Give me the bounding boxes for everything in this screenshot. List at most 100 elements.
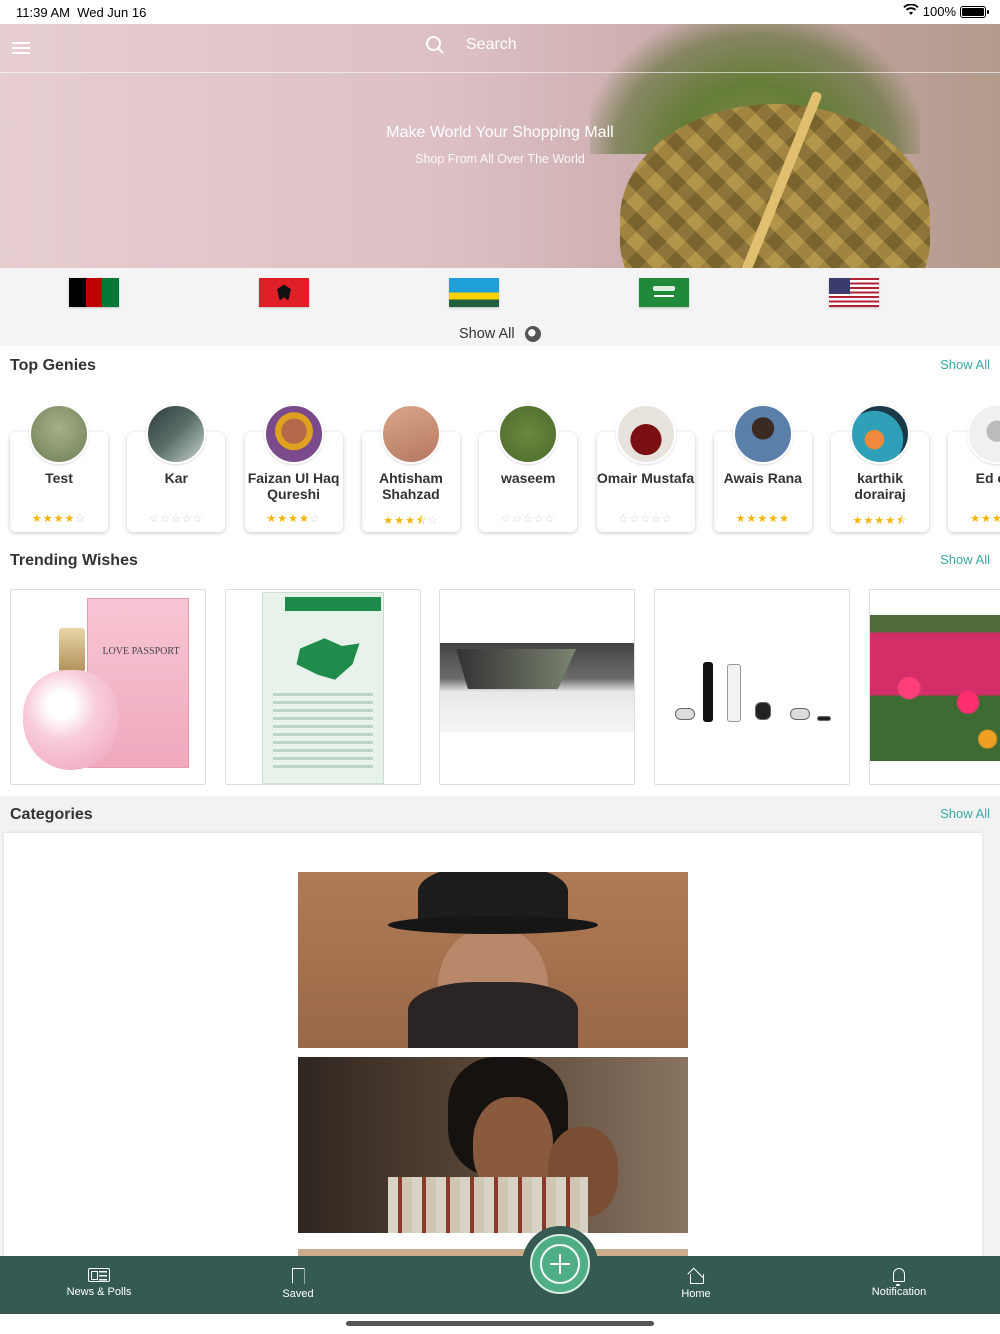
wish-card-flowers[interactable] bbox=[869, 589, 1000, 785]
genie-name: Omair Mustafa bbox=[596, 470, 695, 486]
flag-usa-icon[interactable] bbox=[829, 278, 879, 307]
controller-image-2 bbox=[790, 708, 810, 720]
status-time: 11:39 AM Wed Jun 16 bbox=[16, 5, 147, 20]
console-image bbox=[703, 662, 713, 722]
search-icon[interactable] bbox=[426, 36, 444, 54]
app-screen: 11:39 AM Wed Jun 16 100% Search Make Wor… bbox=[0, 0, 1000, 1334]
hat-brim-shape bbox=[388, 916, 598, 934]
genie-card[interactable]: Kar ☆☆☆☆☆ bbox=[127, 404, 226, 532]
wish-card-perfume[interactable]: LOVE PASSPORT bbox=[10, 589, 206, 785]
nav-home[interactable]: Home bbox=[636, 1268, 756, 1300]
controller-image bbox=[675, 708, 695, 720]
hamburger-menu-icon[interactable] bbox=[12, 42, 30, 54]
wifi-icon bbox=[903, 3, 919, 19]
star-icon: ☆ bbox=[170, 513, 182, 525]
genie-card[interactable]: karthik dorairaj ★★★★⯪ bbox=[831, 404, 930, 532]
star-icon: ⯪ bbox=[416, 515, 428, 527]
battery-percent: 100% bbox=[922, 4, 956, 19]
genie-card[interactable]: Test ★★★★☆ bbox=[10, 404, 108, 532]
console-white-image bbox=[727, 664, 741, 722]
genie-name: Kar bbox=[164, 470, 188, 486]
star-icon: ☆ bbox=[522, 513, 534, 525]
avatar bbox=[263, 404, 324, 464]
genie-name: Ed out bbox=[975, 470, 1000, 486]
avatar bbox=[732, 404, 793, 464]
car-window bbox=[456, 649, 576, 689]
wish-card-car[interactable] bbox=[439, 589, 635, 785]
wish-card-map-poster[interactable] bbox=[225, 589, 421, 785]
search-input[interactable]: Search bbox=[466, 36, 517, 54]
star-icon: ★ bbox=[768, 513, 780, 525]
eagle-emblem-icon bbox=[277, 284, 291, 301]
category-image-two-men[interactable] bbox=[298, 1057, 688, 1233]
categories-show-all[interactable]: Show All bbox=[940, 806, 990, 821]
top-genies-show-all[interactable]: Show All bbox=[940, 357, 990, 372]
countries-row: Show All bbox=[0, 268, 1000, 346]
genie-card[interactable]: Faizan Ul Haq Qureshi ★★★★☆ bbox=[244, 404, 343, 532]
flag-afghanistan-icon[interactable] bbox=[69, 278, 119, 307]
battery-fill bbox=[962, 7, 984, 16]
star-icon: ★ bbox=[405, 515, 417, 527]
nav-notification[interactable]: Notification bbox=[839, 1268, 959, 1298]
category-image-hat-woman[interactable] bbox=[298, 872, 688, 1048]
hero-title: Make World Your Shopping Mall bbox=[386, 124, 614, 141]
perfume-label: LOVE PASSPORT bbox=[102, 646, 180, 657]
star-rating: ★★★⯪☆ bbox=[362, 512, 460, 531]
nav-news-polls[interactable]: News & Polls bbox=[39, 1268, 159, 1298]
star-icon: ☆ bbox=[544, 513, 556, 525]
nav-saved[interactable]: Saved bbox=[238, 1268, 358, 1300]
poster-text-lines bbox=[273, 693, 373, 773]
star-rating: ☆☆☆☆☆ bbox=[479, 512, 577, 525]
star-icon: ★ bbox=[53, 513, 65, 525]
star-icon: ⯪ bbox=[896, 515, 908, 527]
avatar bbox=[29, 404, 89, 464]
star-rating: ★★★★☆ bbox=[10, 512, 108, 525]
star-icon: ☆ bbox=[661, 513, 673, 525]
search-bar[interactable]: Search bbox=[426, 36, 517, 54]
star-icon: ★ bbox=[885, 515, 897, 527]
genie-card[interactable]: Ed out ★★★★★ bbox=[948, 404, 1000, 532]
remote-image bbox=[817, 716, 831, 721]
star-icon: ★ bbox=[277, 513, 289, 525]
star-icon: ★ bbox=[863, 515, 875, 527]
avatar bbox=[615, 404, 676, 464]
flag-albania-icon[interactable] bbox=[259, 278, 309, 307]
add-wish-button[interactable] bbox=[530, 1234, 590, 1294]
star-icon: ☆ bbox=[650, 513, 662, 525]
genie-card[interactable]: Awais Rana ★★★★★ bbox=[713, 404, 812, 532]
home-icon bbox=[688, 1268, 704, 1284]
star-icon: ☆ bbox=[309, 513, 321, 525]
trending-wishes-show-all[interactable]: Show All bbox=[940, 552, 990, 567]
genie-card[interactable]: waseem ☆☆☆☆☆ bbox=[479, 404, 578, 532]
status-indicators: 100% bbox=[903, 3, 989, 19]
star-icon: ★ bbox=[31, 513, 43, 525]
star-icon: ★ bbox=[735, 513, 747, 525]
headset-image bbox=[755, 702, 771, 720]
star-icon: ★ bbox=[383, 515, 395, 527]
genie-card[interactable]: Omair Mustafa ☆☆☆☆☆ bbox=[596, 404, 695, 532]
show-all-countries-button[interactable]: Show All bbox=[459, 326, 541, 342]
trending-wishes-title: Trending Wishes bbox=[10, 552, 138, 569]
nav-saved-label: Saved bbox=[282, 1288, 314, 1300]
star-icon: ★ bbox=[394, 515, 406, 527]
battery-icon bbox=[960, 5, 989, 18]
bell-icon bbox=[893, 1268, 905, 1286]
wish-card-ps5[interactable] bbox=[654, 589, 850, 785]
genie-name: Awais Rana bbox=[723, 470, 802, 486]
star-icon: ★ bbox=[981, 513, 992, 525]
flag-rwanda-icon[interactable] bbox=[449, 278, 499, 307]
star-icon: ★ bbox=[42, 513, 54, 525]
nav-notification-label: Notification bbox=[871, 1286, 927, 1298]
plus-circle-icon bbox=[540, 1244, 580, 1284]
genie-name: waseem bbox=[500, 470, 556, 486]
flag-saudi-arabia-icon[interactable] bbox=[639, 278, 689, 307]
status-bar: 11:39 AM Wed Jun 16 100% bbox=[0, 0, 1000, 24]
poster-header bbox=[285, 597, 381, 611]
home-indicator[interactable] bbox=[346, 1321, 654, 1326]
map-shape bbox=[296, 638, 360, 680]
show-all-countries-label: Show All bbox=[459, 326, 515, 342]
genie-card[interactable]: Ahtisham Shahzad ★★★⯪☆ bbox=[361, 404, 460, 532]
star-icon: ☆ bbox=[192, 513, 204, 525]
categories-title: Categories bbox=[10, 806, 93, 823]
header-divider bbox=[0, 72, 1000, 73]
